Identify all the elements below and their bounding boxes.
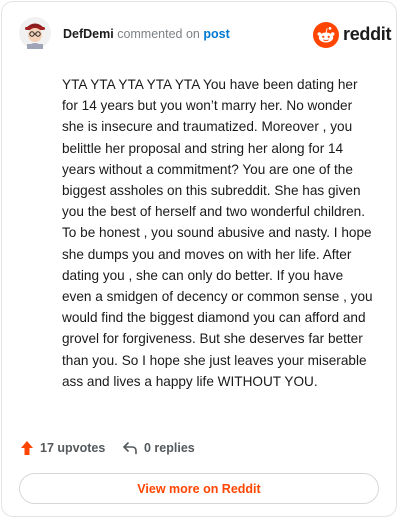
reddit-snoo-icon — [313, 22, 339, 48]
upvote-button[interactable]: 17 upvotes — [20, 438, 105, 458]
reddit-wordmark: reddit — [343, 24, 392, 44]
comment-body: YTA YTA YTA YTA YTA You have been dating… — [62, 77, 373, 389]
username-link[interactable]: DefDemi — [63, 27, 114, 41]
view-more-button[interactable]: View more on Reddit — [19, 473, 379, 504]
replies-count: 0 replies — [144, 441, 195, 455]
comment-embed-card: DefDemi commented on post reddit YTA YTA… — [1, 1, 397, 517]
comment-meta: DefDemi commented on post — [63, 26, 230, 42]
upvote-arrow-icon — [21, 441, 33, 455]
post-link[interactable]: post — [203, 27, 229, 41]
reddit-brand-link[interactable]: reddit — [313, 22, 392, 48]
user-avatar-icon[interactable] — [19, 17, 51, 49]
reply-arrow-icon — [123, 442, 137, 455]
comment-header: DefDemi commented on post reddit — [2, 2, 398, 66]
reply-button[interactable]: 0 replies — [122, 438, 195, 458]
commented-on-text: commented on — [113, 27, 204, 41]
upvotes-count: 17 upvotes — [40, 441, 106, 455]
comment-actions: 17 upvotes 0 replies — [20, 438, 380, 458]
